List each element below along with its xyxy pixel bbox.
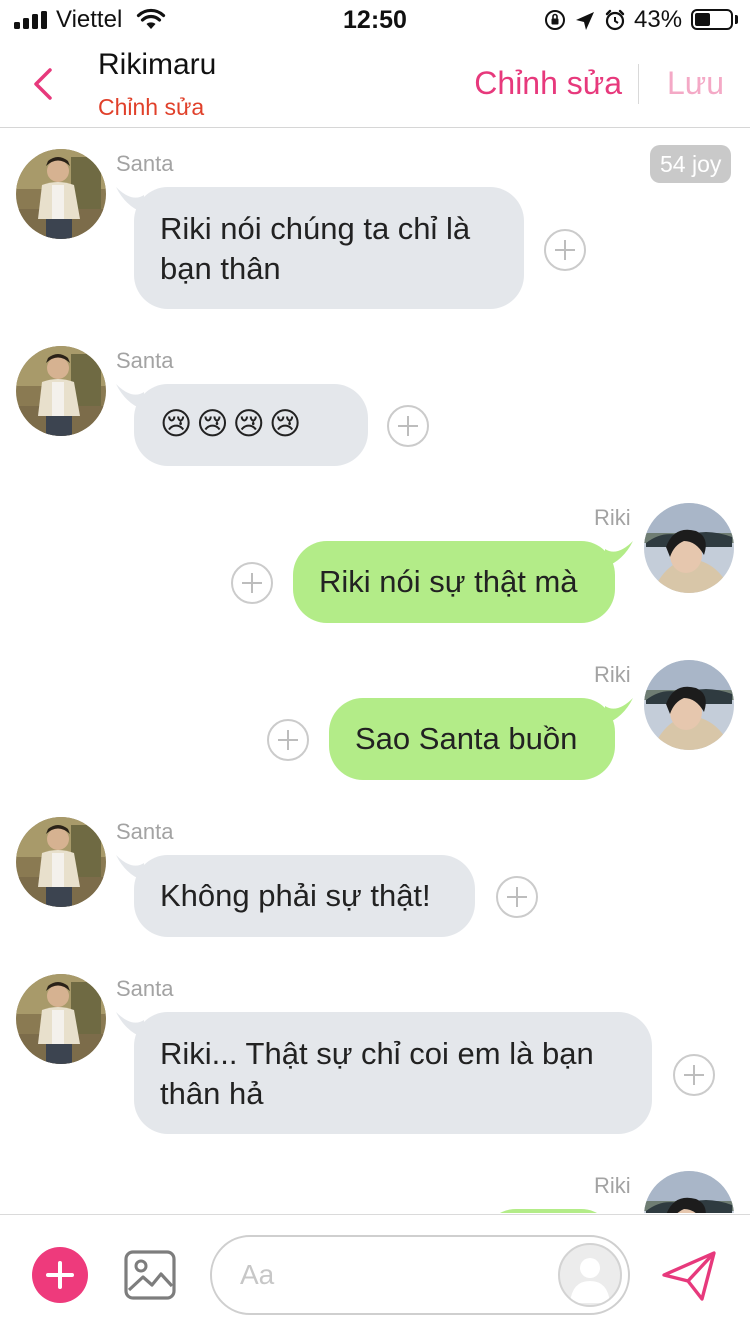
location-arrow-icon (576, 12, 594, 30)
message-bubble[interactable]: Riki nói sự thật mà (293, 541, 633, 623)
message-bubble[interactable]: 😢😢😢😢 (116, 384, 368, 466)
edit-button[interactable]: Chỉnh sửa (474, 65, 622, 102)
message-text: Không phải sự thật! (160, 878, 431, 913)
message-text: Riki nói sự thật mà (319, 564, 578, 599)
message-input-box[interactable] (210, 1235, 630, 1315)
battery-cap (735, 15, 738, 24)
message-bubble[interactable]: Riki... Thật sự chỉ coi em là bạn thân h… (116, 1012, 652, 1134)
add-reaction-button[interactable] (496, 876, 538, 918)
message-text: Riki nói chúng ta chỉ là bạn thân (160, 211, 471, 286)
bubble-tail (605, 541, 633, 567)
bubble-tail (116, 855, 144, 881)
bubble-tail (116, 384, 144, 410)
add-reaction-button[interactable] (673, 1054, 715, 1096)
orientation-lock-icon (545, 10, 565, 30)
send-icon[interactable] (660, 1249, 718, 1303)
header-divider (638, 64, 639, 104)
alarm-icon (605, 9, 625, 31)
status-icons (545, 9, 625, 31)
message-text: 😢😢😢😢 (160, 406, 306, 441)
add-reaction-button[interactable] (387, 405, 429, 447)
bubble-tail (116, 1012, 144, 1038)
status-bar: Viettel 12:50 43% (0, 0, 750, 40)
message-text: Riki... Thật sự chỉ coi em là bạn thân h… (160, 1036, 594, 1111)
message-text: Sao Santa buồn (355, 721, 578, 756)
riki-avatar[interactable] (644, 1171, 734, 1213)
message-bubble[interactable]: Không phải sự thật! (116, 855, 475, 937)
sender-name: Riki (594, 662, 631, 687)
chevron-left-icon (34, 68, 52, 100)
plus-icon[interactable] (32, 1247, 88, 1303)
battery-percent: 43% (634, 6, 683, 33)
riki-avatar[interactable] (644, 660, 734, 750)
image-icon[interactable] (124, 1250, 176, 1300)
sender-name: Riki (594, 1173, 631, 1198)
chat-header: Rikimaru Chỉnh sửa Chỉnh sửa Lưu (0, 40, 750, 128)
message-bubble[interactable]: Sao Santa buồn (329, 698, 633, 780)
santa-avatar[interactable] (16, 149, 106, 239)
chat-messages[interactable]: 54 joy Santa Riki nói chúng ta chỉ là bạ… (0, 129, 750, 1213)
add-reaction-button[interactable] (267, 719, 309, 761)
joy-badge: 54 joy (650, 145, 732, 183)
bubble-tail (116, 187, 144, 213)
chat-title: Rikimaru (98, 48, 217, 81)
bubble-tail (605, 698, 633, 724)
composer-bar (0, 1214, 750, 1334)
santa-avatar[interactable] (16, 974, 106, 1064)
sender-name: Riki (594, 505, 631, 530)
message-bubble[interactable]: Riki nói chúng ta chỉ là bạn thân (116, 187, 524, 309)
santa-avatar[interactable] (16, 817, 106, 907)
add-reaction-button[interactable] (231, 562, 273, 604)
message-bubble[interactable] (482, 1209, 615, 1213)
sender-name: Santa (116, 819, 174, 844)
back-button[interactable] (22, 62, 66, 106)
santa-avatar[interactable] (16, 346, 106, 436)
speaker-avatar-icon[interactable] (558, 1243, 622, 1307)
sender-name: Santa (116, 348, 174, 373)
add-reaction-button[interactable] (544, 229, 586, 271)
sender-name: Santa (116, 976, 174, 1001)
riki-avatar[interactable] (644, 503, 734, 593)
battery-icon (691, 9, 733, 30)
chat-subtitle[interactable]: Chỉnh sửa (98, 94, 204, 121)
message-input[interactable] (240, 1255, 540, 1295)
sender-name: Santa (116, 151, 174, 176)
save-button[interactable]: Lưu (667, 65, 724, 102)
